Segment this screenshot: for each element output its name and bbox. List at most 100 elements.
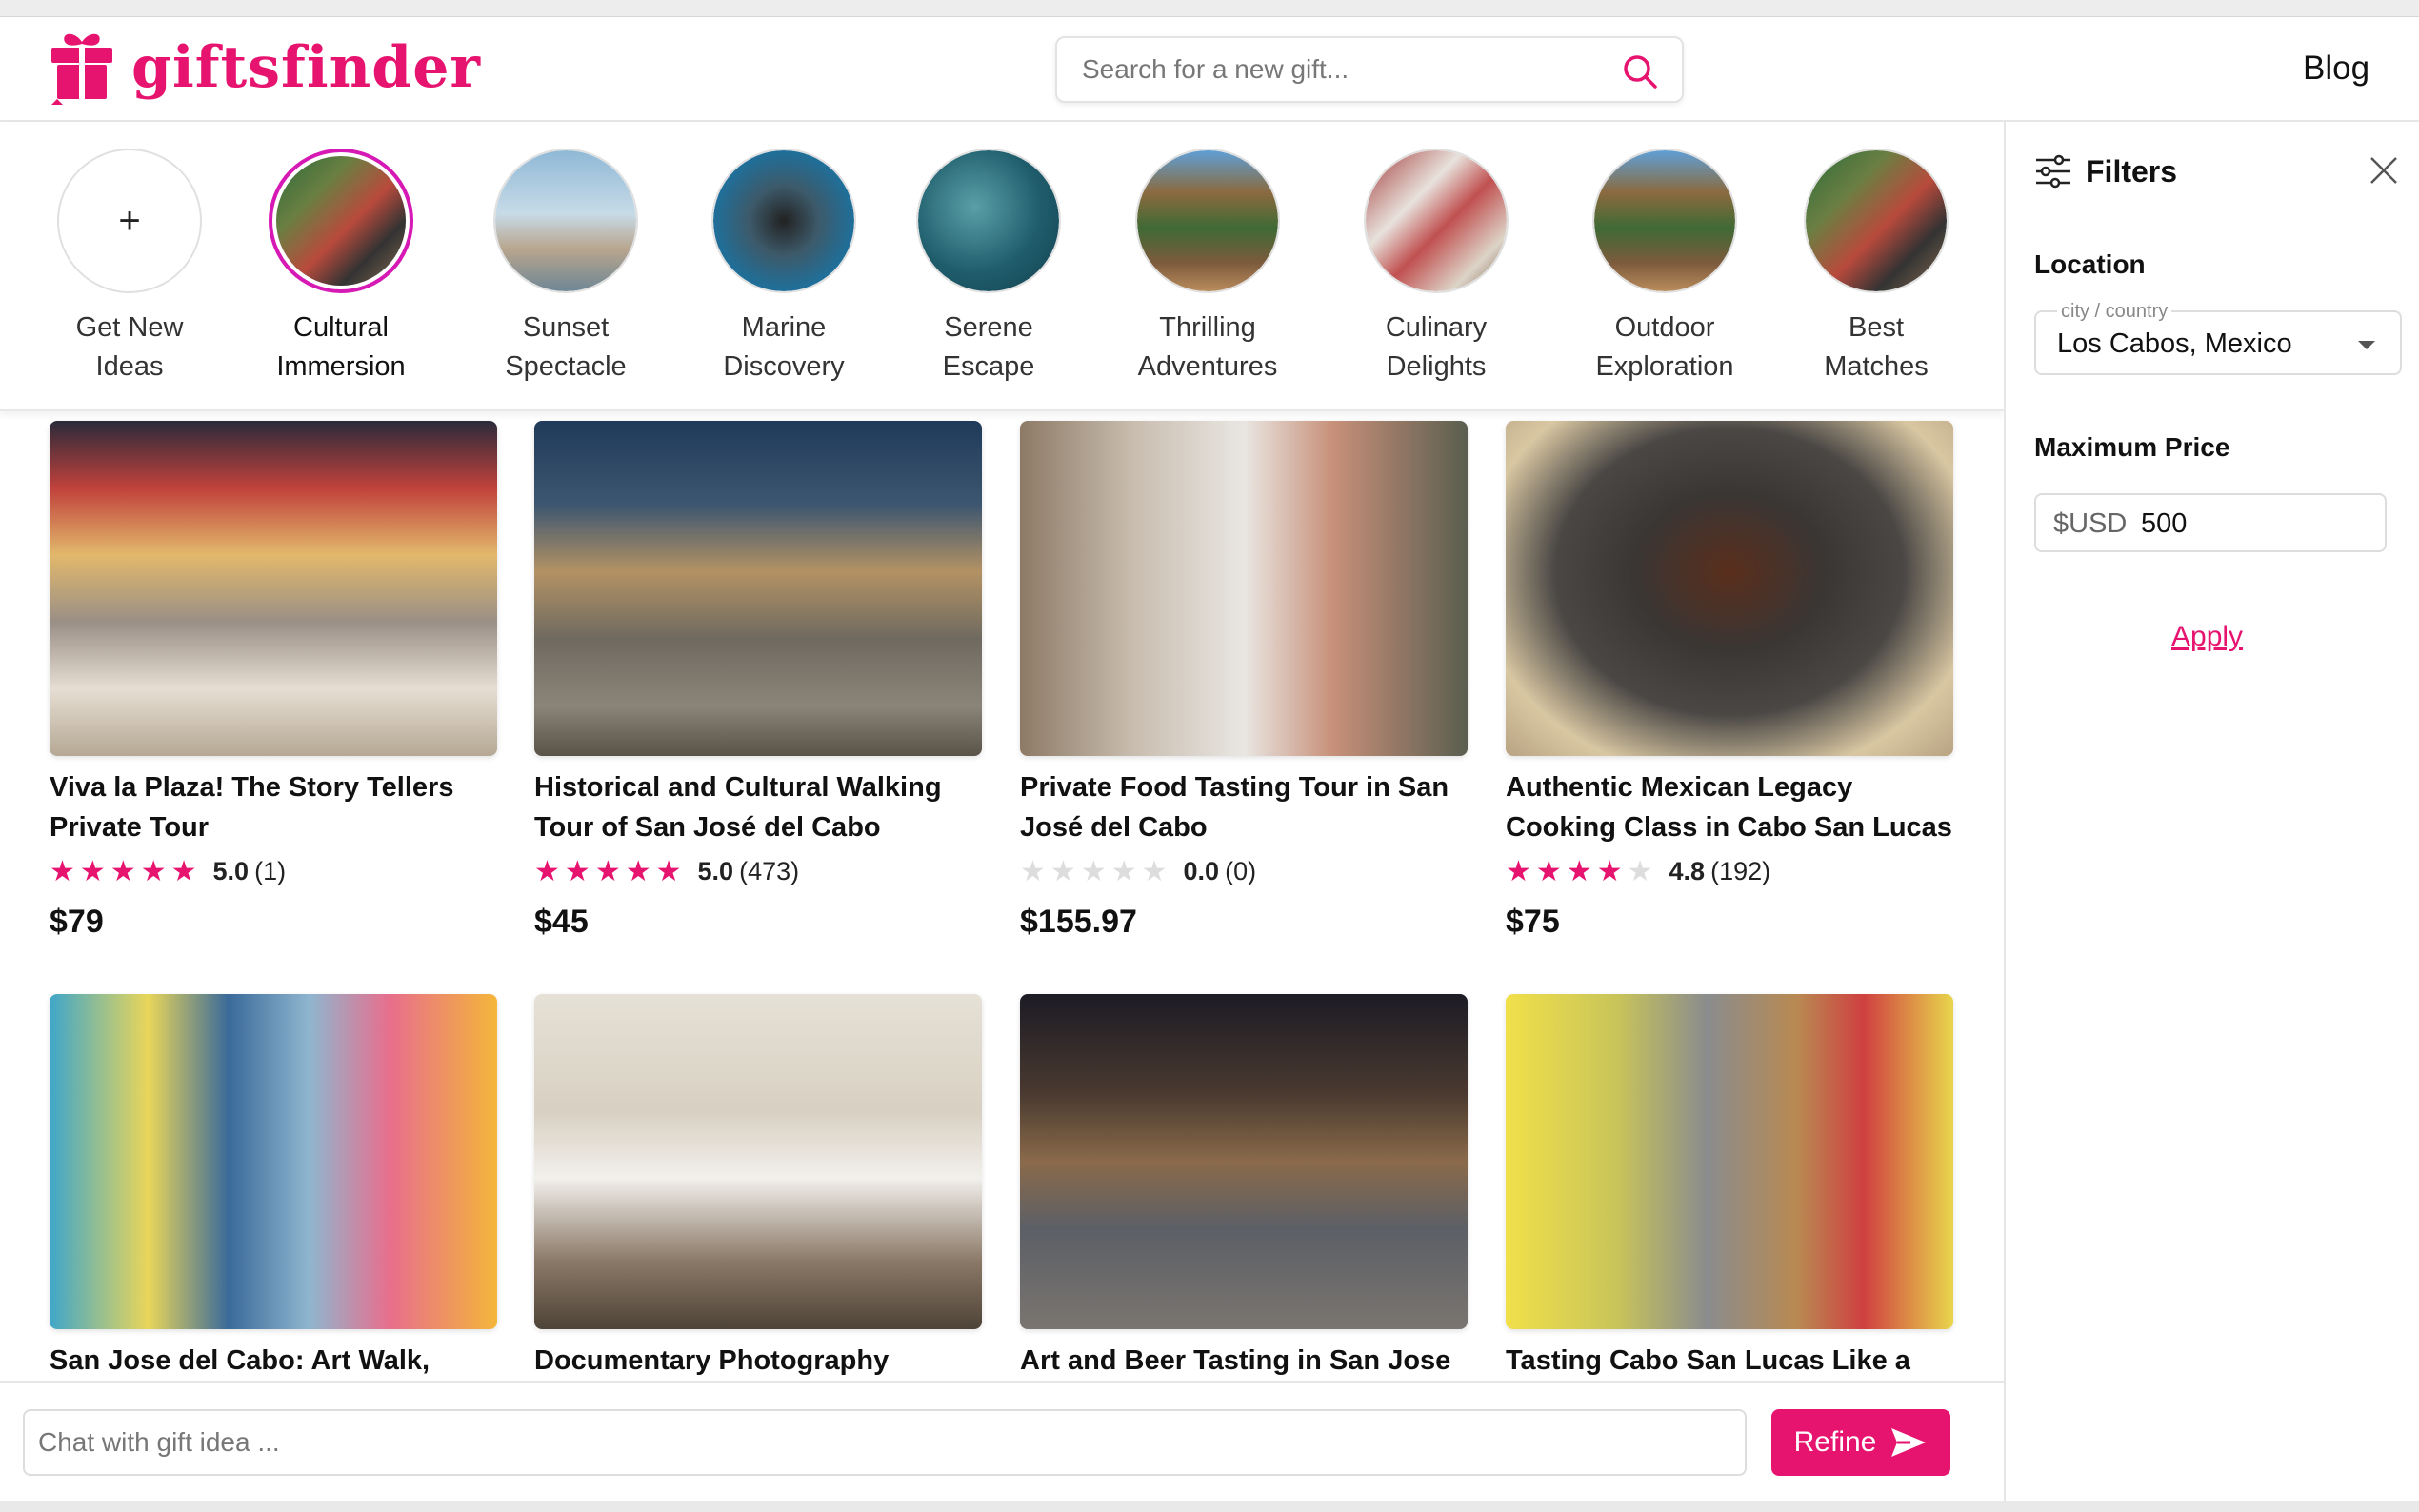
idea-thumbnail[interactable] <box>269 149 413 293</box>
sliders-icon <box>2036 154 2070 189</box>
star-empty-icon: ★ <box>1080 855 1107 887</box>
browser-top-strip <box>0 0 2419 17</box>
idea-serene-escape[interactable]: Serene Escape <box>884 149 1093 387</box>
idea-outdoor-exploration[interactable]: Outdoor Exploration <box>1560 149 1769 387</box>
result-card[interactable]: San Jose del Cabo: Art Walk, Bajas <box>50 994 497 1381</box>
add-idea-circle[interactable]: + <box>57 149 202 293</box>
card-photo[interactable] <box>50 994 497 1329</box>
star-empty-icon: ★ <box>1627 855 1653 887</box>
refine-button[interactable]: Refine <box>1771 1409 1950 1476</box>
star-rating: ★ ★ ★ ★ ★ <box>534 855 687 887</box>
star-empty-icon: ★ <box>1050 855 1076 887</box>
star-empty-icon: ★ <box>1141 855 1168 887</box>
blog-link[interactable]: Blog <box>2303 50 2369 88</box>
max-price-label: Maximum Price <box>2034 432 2230 462</box>
idea-get-new-ideas[interactable]: + Get New Ideas <box>25 149 234 387</box>
close-icon[interactable] <box>2368 154 2400 187</box>
star-filled-icon: ★ <box>1566 855 1592 887</box>
idea-thrilling-adventures[interactable]: Thrilling Adventures <box>1103 149 1312 387</box>
filters-title: Filters <box>2086 153 2178 189</box>
card-photo[interactable] <box>1020 421 1468 756</box>
rating-score: 4.8 <box>1669 857 1706 885</box>
card-photo[interactable] <box>1506 421 1953 756</box>
card-price: $155.97 <box>1020 904 1137 940</box>
result-card[interactable]: Viva la Plaza! The Story Tellers Private… <box>50 421 497 941</box>
star-filled-icon: ★ <box>625 855 651 887</box>
idea-thumbnail[interactable] <box>1804 149 1949 293</box>
search-icon[interactable] <box>1621 52 1659 90</box>
location-select[interactable]: city / country Los Cabos, Mexico <box>2034 301 2402 375</box>
card-photo[interactable] <box>50 421 497 756</box>
idea-thumbnail[interactable] <box>1364 149 1509 293</box>
card-title[interactable]: San Jose del Cabo: Art Walk, Bajas <box>50 1341 497 1381</box>
idea-thumbnail[interactable] <box>493 149 638 293</box>
idea-culinary-delights[interactable]: Culinary Delights <box>1331 149 1541 387</box>
rating-score: 5.0 <box>212 857 250 885</box>
result-card[interactable]: Art and Beer Tasting in San Jose del <box>1020 994 1468 1381</box>
idea-thumbnail[interactable] <box>711 149 856 293</box>
card-rating: ★ ★ ★ ★ ★ 5.0 (473) <box>534 857 982 886</box>
refine-label: Refine <box>1793 1426 1877 1458</box>
location-value: Los Cabos, Mexico <box>2057 328 2292 359</box>
review-count: (1) <box>254 857 287 885</box>
star-filled-icon: ★ <box>79 855 106 887</box>
browser-bottom-strip <box>0 1501 2419 1512</box>
idea-marine-discovery[interactable]: Marine Discovery <box>679 149 889 387</box>
star-filled-icon: ★ <box>110 855 136 887</box>
idea-thumbnail[interactable] <box>1135 149 1280 293</box>
star-filled-icon: ★ <box>170 855 197 887</box>
idea-thumbnail[interactable] <box>1592 149 1737 293</box>
logo[interactable]: giftsfinder <box>48 29 481 107</box>
idea-cultural-immersion[interactable]: Cultural Immersion <box>236 149 446 387</box>
result-card[interactable]: Authentic Mexican Legacy Cooking Class i… <box>1506 421 1953 941</box>
results-grid: Viva la Plaza! The Story Tellers Private… <box>0 411 2004 1381</box>
card-photo[interactable] <box>1506 994 1953 1329</box>
idea-label: Sunset <box>522 312 610 343</box>
review-count: (0) <box>1225 857 1257 885</box>
card-rating: ★ ★ ★ ★ ★ 0.0 (0) <box>1020 857 1468 886</box>
result-card[interactable]: Documentary Photography Session <box>534 994 982 1381</box>
star-rating: ★ ★ ★ ★ ★ <box>1506 855 1658 887</box>
idea-label: Thrilling <box>1159 312 1256 343</box>
star-empty-icon: ★ <box>1020 855 1046 887</box>
idea-best-matches[interactable]: Best Matches <box>1771 149 1981 387</box>
search-bar <box>1055 36 1684 103</box>
card-photo[interactable] <box>534 421 982 756</box>
result-card[interactable]: Historical and Cultural Walking Tour of … <box>534 421 982 941</box>
idea-label: Cultural <box>293 312 389 343</box>
star-filled-icon: ★ <box>1596 855 1623 887</box>
idea-label: Outdoor <box>1614 312 1715 343</box>
card-photo[interactable] <box>1020 994 1468 1329</box>
idea-label: Spectacle <box>505 351 627 382</box>
header: giftsfinder Blog <box>0 17 2419 122</box>
idea-label: Escape <box>942 351 1035 382</box>
idea-thumbnail[interactable] <box>916 149 1061 293</box>
card-title[interactable]: Viva la Plaza! The Story Tellers Private… <box>50 767 497 847</box>
max-price-field[interactable]: $USD 500 <box>2034 493 2387 552</box>
idea-sunset-spectacle[interactable]: Sunset Spectacle <box>461 149 670 387</box>
card-title[interactable]: Documentary Photography Session <box>534 1341 982 1381</box>
idea-label: Immersion <box>276 351 406 382</box>
idea-label: Best <box>1848 312 1905 343</box>
max-price-value[interactable]: 500 <box>2141 508 2187 540</box>
card-title[interactable]: Historical and Cultural Walking Tour of … <box>534 767 982 847</box>
result-card[interactable]: Tasting Cabo San Lucas Like a <box>1506 994 1953 1381</box>
dropdown-arrow-icon[interactable] <box>2358 341 2375 349</box>
idea-label: Serene <box>944 312 1033 343</box>
review-count: (192) <box>1710 857 1771 885</box>
chat-input[interactable] <box>38 1411 1724 1474</box>
rating-score: 5.0 <box>697 857 734 885</box>
card-photo[interactable] <box>534 994 982 1329</box>
idea-label: Get New <box>75 312 184 343</box>
card-title[interactable]: Authentic Mexican Legacy Cooking Class i… <box>1506 767 1953 847</box>
filters-panel: Filters Location city / country Los Cabo… <box>2004 122 2419 1512</box>
idea-label: Exploration <box>1595 351 1734 382</box>
result-card[interactable]: Private Food Tasting Tour in San José de… <box>1020 421 1468 941</box>
search-input[interactable] <box>1082 38 1615 101</box>
card-title[interactable]: Private Food Tasting Tour in San José de… <box>1020 767 1468 847</box>
card-title[interactable]: Tasting Cabo San Lucas Like a <box>1506 1341 1953 1381</box>
idea-label: Culinary <box>1385 312 1488 343</box>
chat-field <box>23 1409 1747 1476</box>
apply-link[interactable]: Apply <box>2171 621 2243 653</box>
card-title[interactable]: Art and Beer Tasting in San Jose del <box>1020 1341 1468 1381</box>
